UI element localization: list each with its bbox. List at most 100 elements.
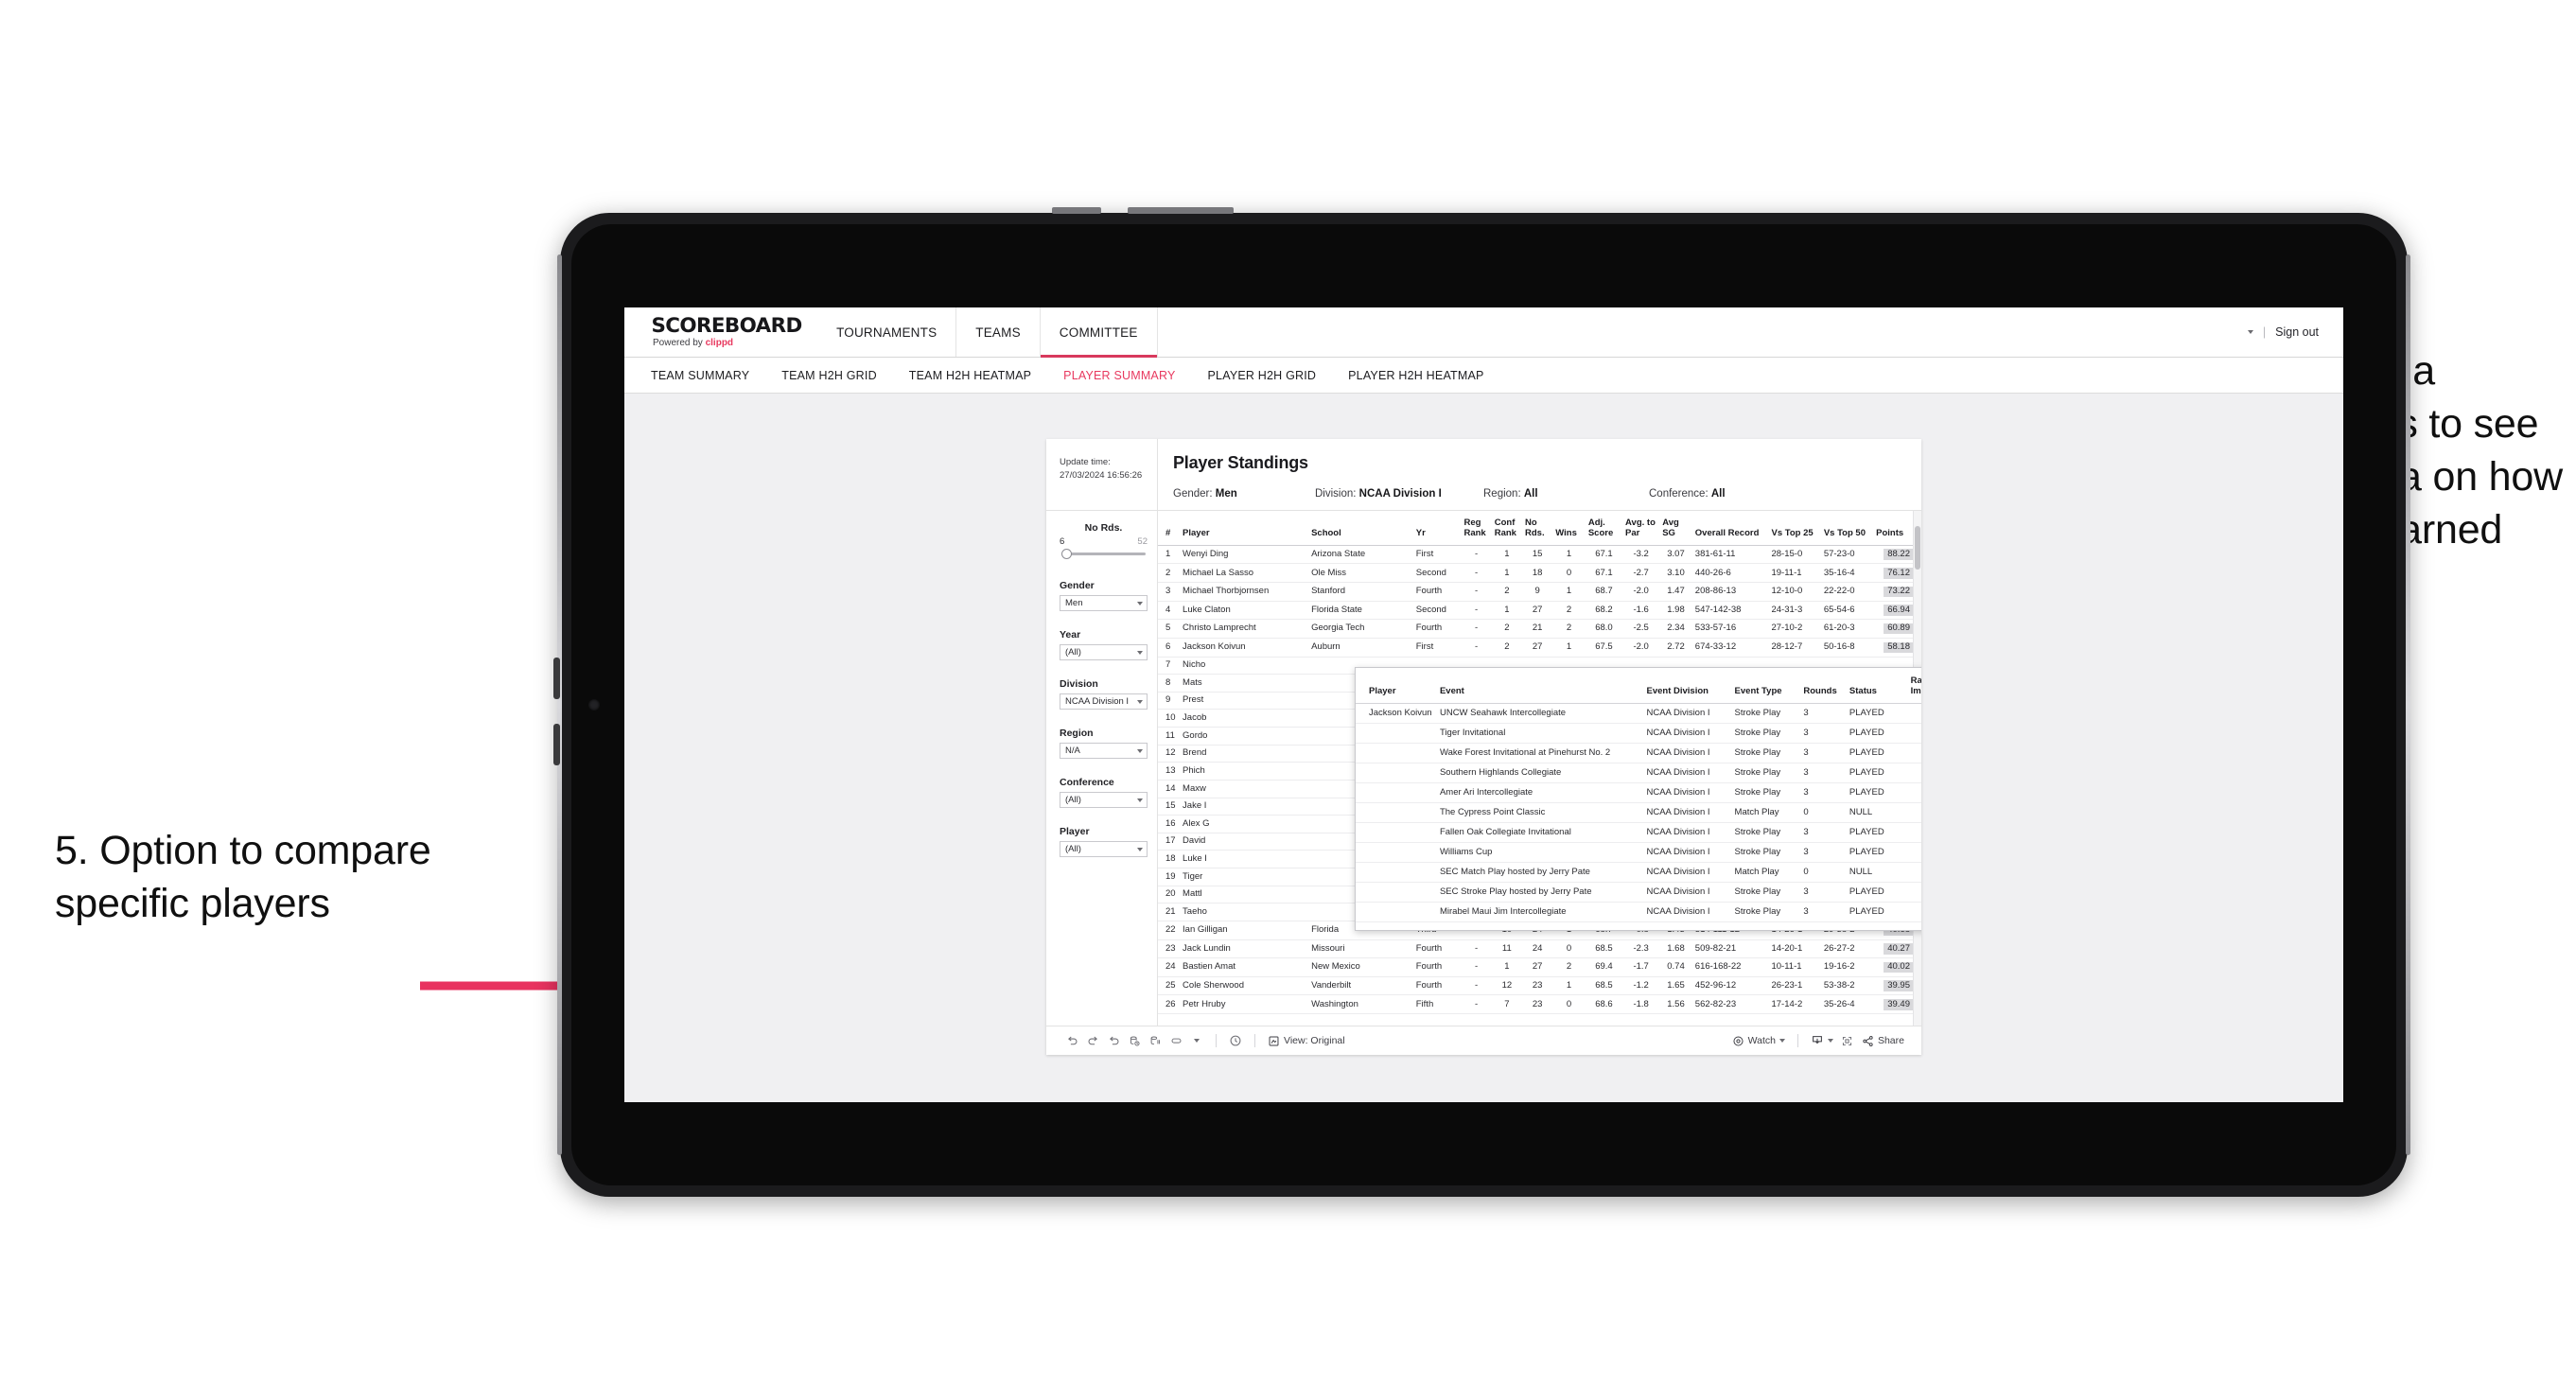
filter-region-select[interactable]: N/A [1060, 743, 1148, 759]
th-rank[interactable]: # [1158, 511, 1181, 546]
cell-rank: 15 [1158, 798, 1181, 816]
tab-team-h2h-grid[interactable]: TEAM H2H GRID [781, 369, 877, 382]
summary-gender: Gender: Men [1173, 488, 1315, 500]
chevron-down-icon[interactable] [2247, 330, 2253, 334]
table-row[interactable]: 1 Wenyi Ding Arizona State First -1 15 1 67.1 -3… [1158, 545, 1921, 565]
slider-handle[interactable] [1061, 549, 1072, 559]
tab-player-h2h-grid[interactable]: PLAYER H2H GRID [1208, 369, 1317, 382]
view-original-button[interactable]: View: Original [1264, 1035, 1349, 1047]
slider-min-value: 6 [1060, 536, 1065, 547]
th-no-rds[interactable]: No Rds. [1522, 511, 1553, 546]
cell-rank: 14 [1158, 780, 1181, 798]
slider-track[interactable] [1061, 549, 1148, 559]
table-row[interactable]: 3 Michael Thorbjornsen Stanford Fourth -2 9 1 6… [1158, 582, 1921, 602]
th-school[interactable]: School [1308, 511, 1413, 546]
refresh-data-icon[interactable] [1124, 1030, 1145, 1051]
th-overall-record[interactable]: Overall Record [1691, 511, 1769, 546]
cell-rank: 4 [1158, 601, 1181, 621]
cell-player: Alex G [1180, 815, 1309, 833]
th-player[interactable]: Player [1180, 511, 1309, 546]
cell-rank: 16 [1158, 815, 1181, 833]
cell-no-rds: 21 [1522, 619, 1553, 639]
filter-division-label: Division [1060, 678, 1098, 690]
slider-max-value: 52 [1137, 536, 1148, 547]
th-adj-score[interactable]: Adj. Score [1585, 511, 1623, 546]
undo-icon[interactable] [1061, 1030, 1082, 1051]
cell-rank: 23 [1158, 939, 1181, 959]
points-chip[interactable]: 40.02 [1884, 961, 1914, 974]
points-chip[interactable]: 39.95 [1884, 980, 1914, 991]
table-scrollbar-thumb[interactable] [1915, 526, 1920, 570]
brand-logo[interactable]: SCOREBOARD Powered by clippd [624, 307, 817, 357]
points-chip[interactable]: 66.94 [1884, 605, 1914, 616]
tab-team-h2h-heatmap[interactable]: TEAM H2H HEATMAP [909, 369, 1031, 382]
redo-icon[interactable] [1082, 1030, 1103, 1051]
nav-item-tournaments[interactable]: TOURNAMENTS [817, 307, 957, 357]
tt-cell-player [1356, 882, 1436, 904]
dashboard-card: Update time: 27/03/2024 16:56:26 Player … [1046, 439, 1921, 1055]
share-button[interactable]: Share [1858, 1035, 1908, 1047]
tab-team-summary[interactable]: TEAM SUMMARY [651, 369, 749, 382]
cell-conf-rank: 1 [1491, 601, 1522, 621]
table-row[interactable]: 25 Cole Sherwood Vanderbilt Fourth -12 23 1 68.… [1158, 976, 1921, 996]
points-chip[interactable]: 73.22 [1884, 586, 1914, 598]
nav-item-teams[interactable]: TEAMS [956, 307, 1041, 357]
summary-conference-label: Conference: [1649, 488, 1709, 500]
tt-cell-status: PLAYED [1845, 842, 1907, 864]
points-chip[interactable]: 40.27 [1884, 943, 1914, 955]
cell-rank: 13 [1158, 762, 1181, 781]
device-preview-caret-icon[interactable] [1186, 1030, 1207, 1051]
filter-year-select[interactable]: (All) [1060, 644, 1148, 660]
th-avg-to-par[interactable]: Avg. to Par [1622, 511, 1660, 546]
th-avg-sg[interactable]: Avg SG [1659, 511, 1692, 546]
points-chip[interactable]: 60.89 [1884, 623, 1914, 635]
points-chip[interactable]: 58.18 [1884, 641, 1914, 653]
th-vs-top-50[interactable]: Vs Top 50 [1820, 511, 1874, 546]
cell-adj-score: 67.1 [1585, 545, 1623, 565]
points-chip[interactable]: 39.49 [1884, 999, 1914, 1010]
alert-icon[interactable] [1225, 1030, 1246, 1051]
filter-region-label: Region [1060, 728, 1094, 739]
table-row[interactable]: 5 Christo Lamprecht Georgia Tech Fourth -2 21… [1158, 619, 1921, 639]
th-wins[interactable]: Wins [1552, 511, 1586, 546]
table-row[interactable]: 6 Jackson Koivun Auburn First -2 27 1 67.5 -2.0 2… [1158, 638, 1921, 658]
th-reg-rank[interactable]: Reg Rank [1461, 511, 1492, 546]
points-chip[interactable]: 76.12 [1884, 568, 1914, 579]
cell-vs-top-25: 28-12-7 [1768, 638, 1821, 658]
tt-th-status: Status [1845, 668, 1907, 704]
tt-cell-status: PLAYED [1845, 763, 1907, 783]
cell-vs-top-25: 17-14-2 [1768, 994, 1821, 1015]
th-yr[interactable]: Yr [1412, 511, 1462, 546]
tt-cell-division: NCAA Division I [1642, 902, 1731, 923]
revert-icon[interactable] [1103, 1030, 1124, 1051]
chevron-down-icon [1137, 650, 1143, 655]
sign-out-link[interactable]: Sign out [2275, 325, 2319, 339]
tt-cell-division: NCAA Division I [1642, 862, 1731, 884]
table-row[interactable]: 23 Jack Lundin Missouri Fourth -11 24 0 68.5 -2.… [1158, 939, 1921, 959]
watch-button[interactable]: Watch [1728, 1035, 1789, 1047]
download-button[interactable] [1807, 1034, 1837, 1047]
filter-division-select[interactable]: NCAA Division I [1060, 693, 1148, 710]
cell-rank: 24 [1158, 957, 1181, 977]
cell-no-rds: 23 [1522, 976, 1553, 996]
chevron-down-icon [1779, 1039, 1785, 1043]
device-preview-icon[interactable] [1165, 1030, 1186, 1051]
th-conf-rank[interactable]: Conf Rank [1491, 511, 1522, 546]
pause-data-icon[interactable] [1145, 1030, 1165, 1051]
filter-gender-select[interactable]: Men [1060, 595, 1148, 611]
cell-overall-record: 452-96-12 [1691, 976, 1769, 996]
filter-player-select[interactable]: (All) [1060, 841, 1148, 857]
cell-yr: Fifth [1412, 994, 1462, 1015]
points-chip[interactable]: 88.22 [1884, 549, 1914, 560]
table-row[interactable]: 26 Petr Hruby Washington Fifth -7 23 0 68.6 -1.8… [1158, 994, 1921, 1015]
nav-item-committee[interactable]: COMMITTEE [1040, 307, 1158, 358]
cell-conf-rank: 1 [1491, 563, 1522, 584]
table-row[interactable]: 4 Luke Claton Florida State Second -1 27 2 68.2… [1158, 601, 1921, 621]
table-row[interactable]: 24 Bastien Amat New Mexico Fourth -1 27 2 69.4-… [1158, 957, 1921, 977]
filter-conference-select[interactable]: (All) [1060, 792, 1148, 808]
th-vs-top-25[interactable]: Vs Top 25 [1768, 511, 1821, 546]
fullscreen-icon[interactable] [1837, 1030, 1858, 1051]
tab-player-summary[interactable]: PLAYER SUMMARY [1063, 369, 1175, 382]
tab-player-h2h-heatmap[interactable]: PLAYER H2H HEATMAP [1348, 369, 1483, 382]
table-row[interactable]: 2 Michael La Sasso Ole Miss Second -1 18 0 67.1… [1158, 563, 1921, 584]
